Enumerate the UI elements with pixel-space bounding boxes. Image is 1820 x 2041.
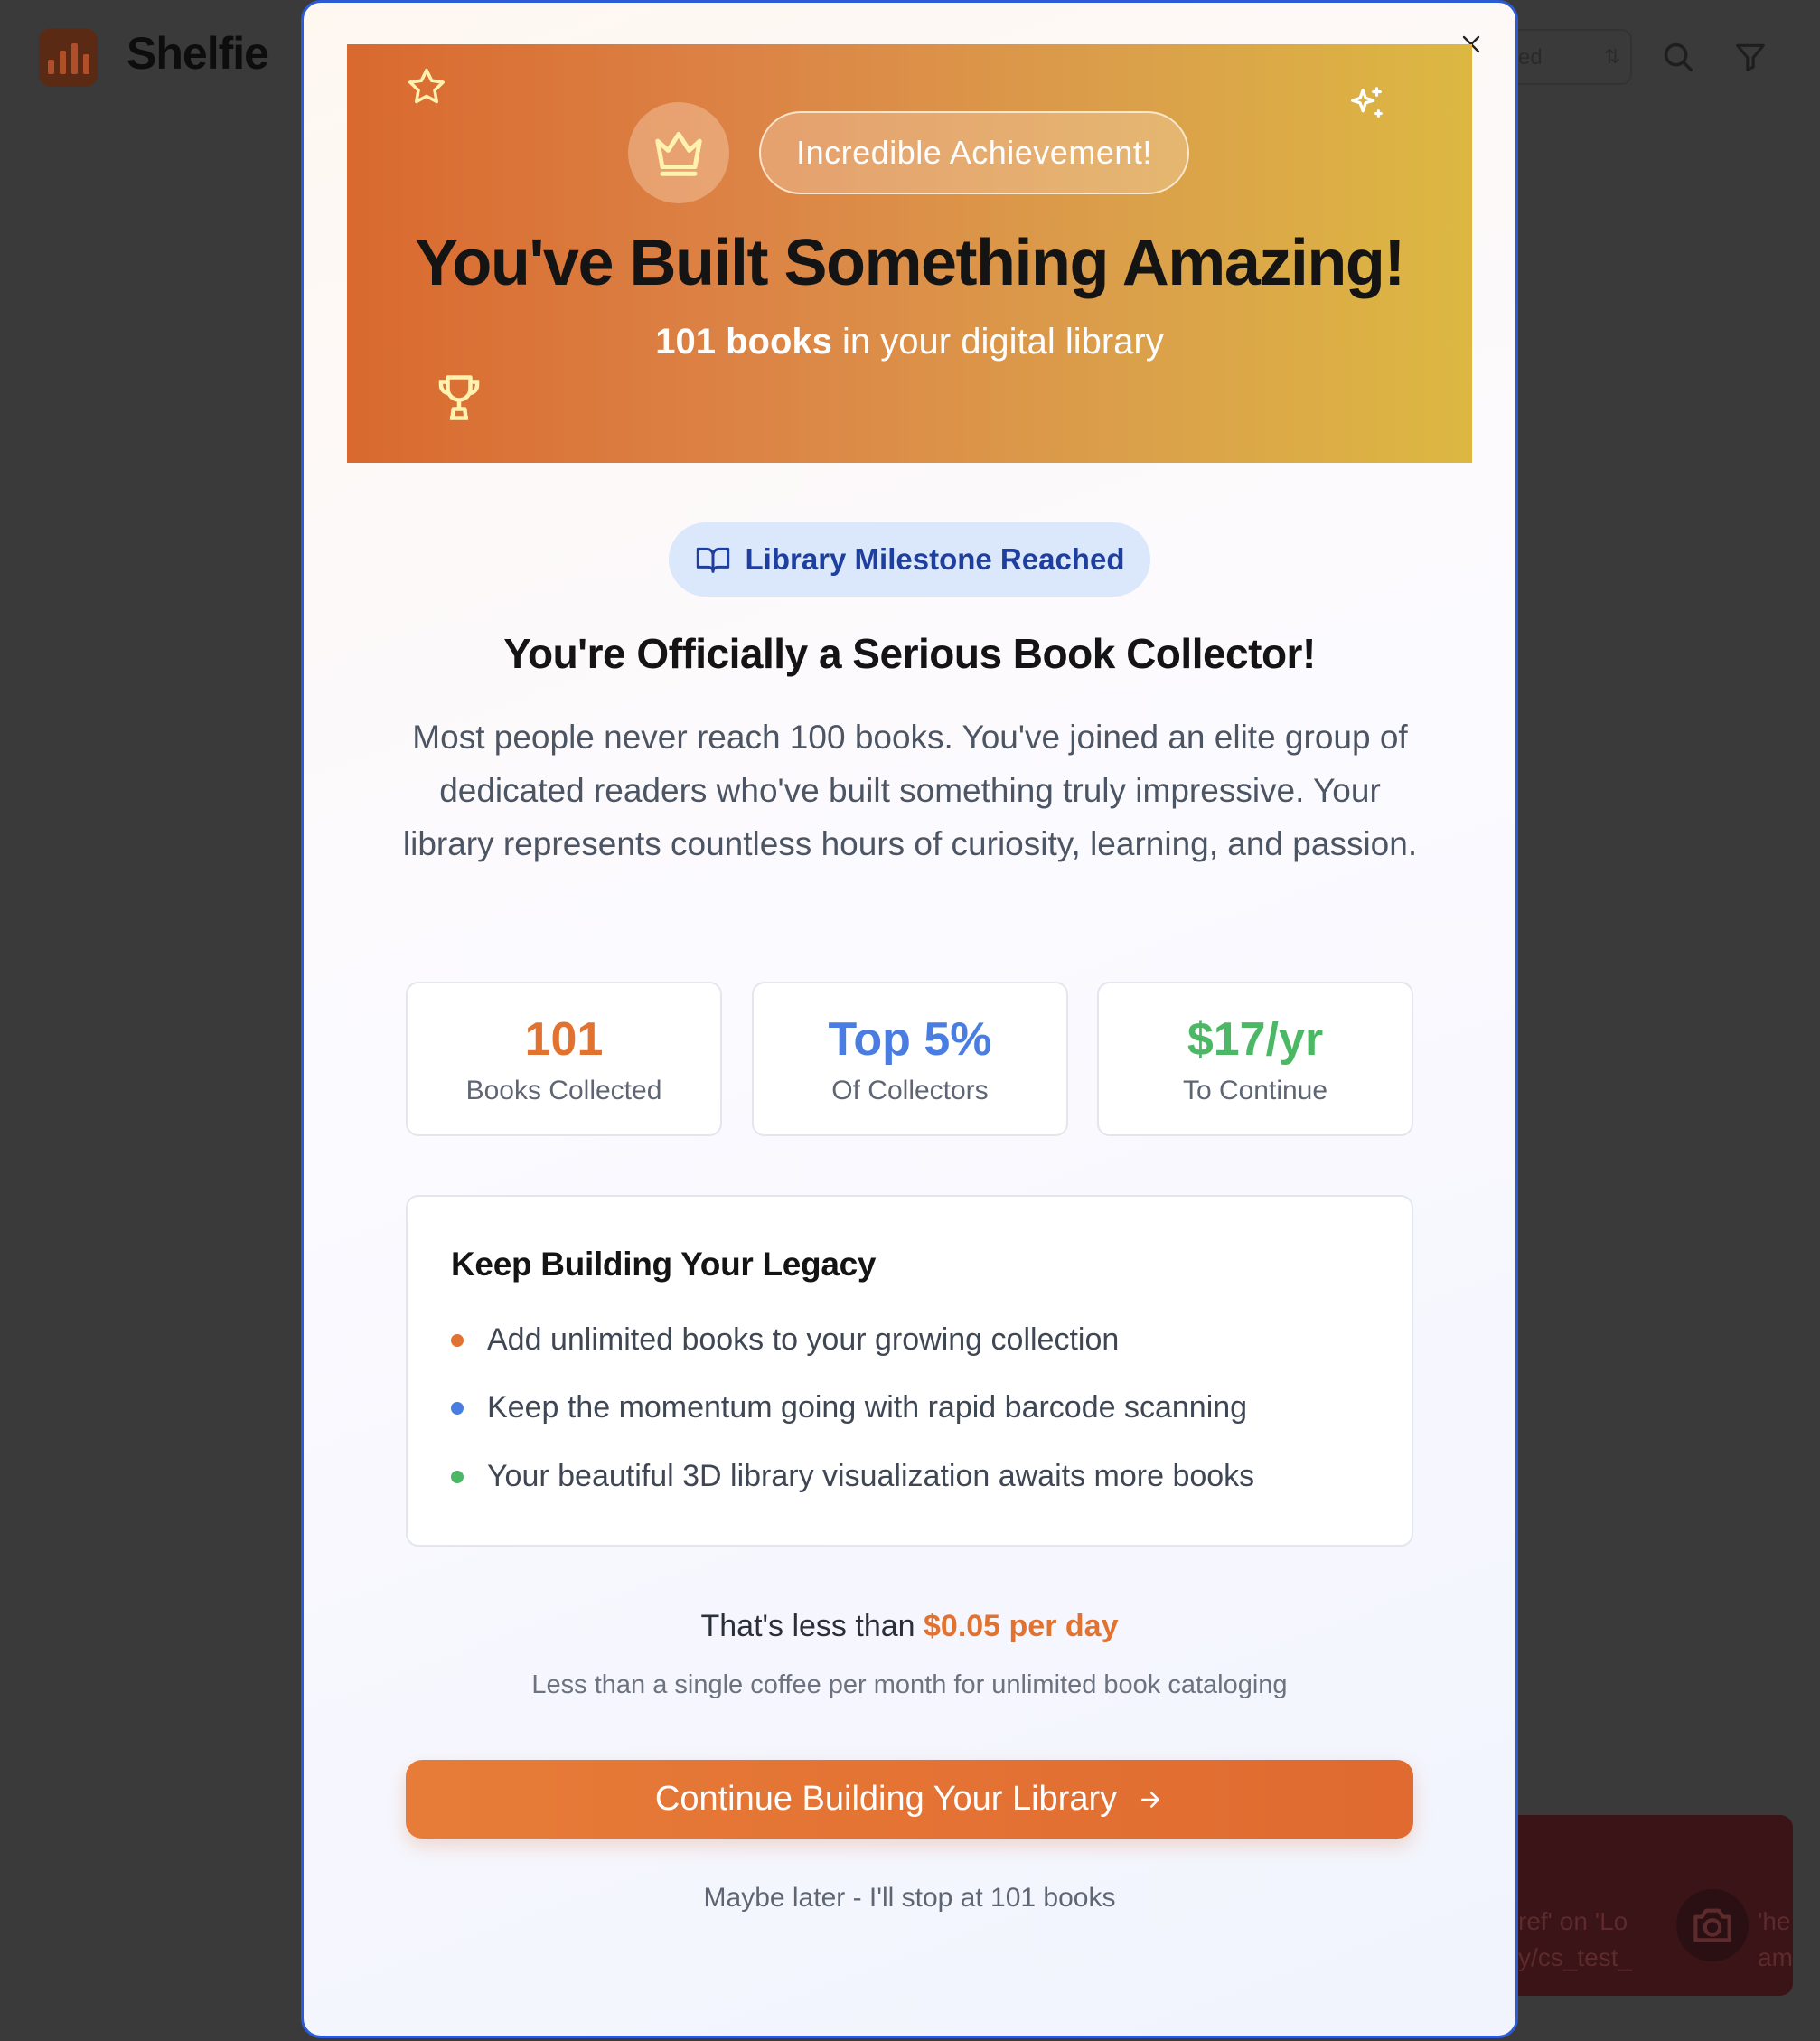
benefit-item: Your beautiful 3D library visualization …: [451, 1459, 1254, 1494]
sparkles-icon: [1351, 87, 1383, 118]
book-count: 101 books: [655, 322, 832, 362]
bullet-dot: [451, 1470, 464, 1483]
hero-title: You've Built Something Amazing!: [415, 227, 1405, 299]
hero-subtitle-rest: in your digital library: [831, 322, 1164, 362]
open-book-icon: [696, 547, 729, 573]
stat-label: To Continue: [1182, 1076, 1328, 1105]
toast-text: am: [1758, 1943, 1793, 1971]
camera-icon: [1693, 1908, 1731, 1942]
crown-badge: [628, 102, 729, 203]
header-pill-text: ed: [1518, 45, 1543, 70]
benefit-text: Keep the momentum going with rapid barco…: [487, 1390, 1248, 1425]
stat-value: 101: [524, 1013, 604, 1066]
benefit-item: Keep the momentum going with rapid barco…: [451, 1390, 1247, 1425]
toast-text: y/cs_test_: [1518, 1943, 1633, 1971]
benefit-text: Your beautiful 3D library visualization …: [487, 1459, 1255, 1493]
milestone-label: Library Milestone Reached: [745, 542, 1125, 576]
crown-icon: [655, 131, 702, 176]
toast-text: 'he: [1758, 1907, 1791, 1935]
bullet-dot: [451, 1401, 464, 1415]
price-highlight: $0.05 per day: [924, 1609, 1119, 1643]
price-prefix: That's less than: [700, 1609, 924, 1643]
trophy-icon: [438, 375, 480, 420]
filter-icon[interactable]: [1733, 40, 1768, 74]
price-line: That's less than $0.05 per day: [347, 1609, 1472, 1644]
stat-label: Books Collected: [465, 1076, 662, 1105]
app-name: Shelfie: [127, 28, 269, 79]
benefit-text: Add unlimited books to your growing coll…: [487, 1322, 1120, 1357]
hero-subtitle: 101 books in your digital library: [347, 322, 1472, 362]
stat-label: Of Collectors: [831, 1076, 989, 1105]
toast-text: ref' on 'Lo: [1518, 1907, 1628, 1935]
arrow-right-icon: [1141, 1791, 1160, 1808]
stat-card-books: 101 Books Collected: [406, 982, 722, 1136]
continue-label: Continue Building Your Library: [654, 1780, 1118, 1818]
benefit-item: Add unlimited books to your growing coll…: [451, 1322, 1119, 1358]
benefits-title: Keep Building Your Legacy: [451, 1246, 877, 1283]
section-heading: You're Officially a Serious Book Collect…: [503, 630, 1316, 677]
stat-value: Top 5%: [828, 1013, 992, 1066]
maybe-later-link[interactable]: Maybe later - I'll stop at 101 books: [347, 1883, 1472, 1914]
sort-icon[interactable]: ⇅: [1604, 45, 1620, 69]
stat-card-rank: Top 5% Of Collectors: [752, 982, 1068, 1136]
app-logo: [39, 28, 98, 87]
section-description: Most people never reach 100 books. You'v…: [402, 719, 1418, 862]
price-note: Less than a single coffee per month for …: [531, 1670, 1288, 1699]
stat-card-price: $17/yr To Continue: [1097, 982, 1413, 1136]
continue-button[interactable]: Continue Building Your Library: [406, 1760, 1413, 1839]
camera-button[interactable]: [1676, 1889, 1749, 1961]
milestone-badge: Library Milestone Reached: [669, 522, 1150, 597]
achievement-badge: Incredible Achievement!: [759, 111, 1189, 194]
star-icon: [408, 68, 445, 104]
bullet-dot: [451, 1333, 464, 1347]
search-icon[interactable]: [1661, 40, 1695, 74]
benefits-card: Keep Building Your Legacy Add unlimited …: [406, 1195, 1413, 1547]
stat-value: $17/yr: [1187, 1013, 1324, 1066]
